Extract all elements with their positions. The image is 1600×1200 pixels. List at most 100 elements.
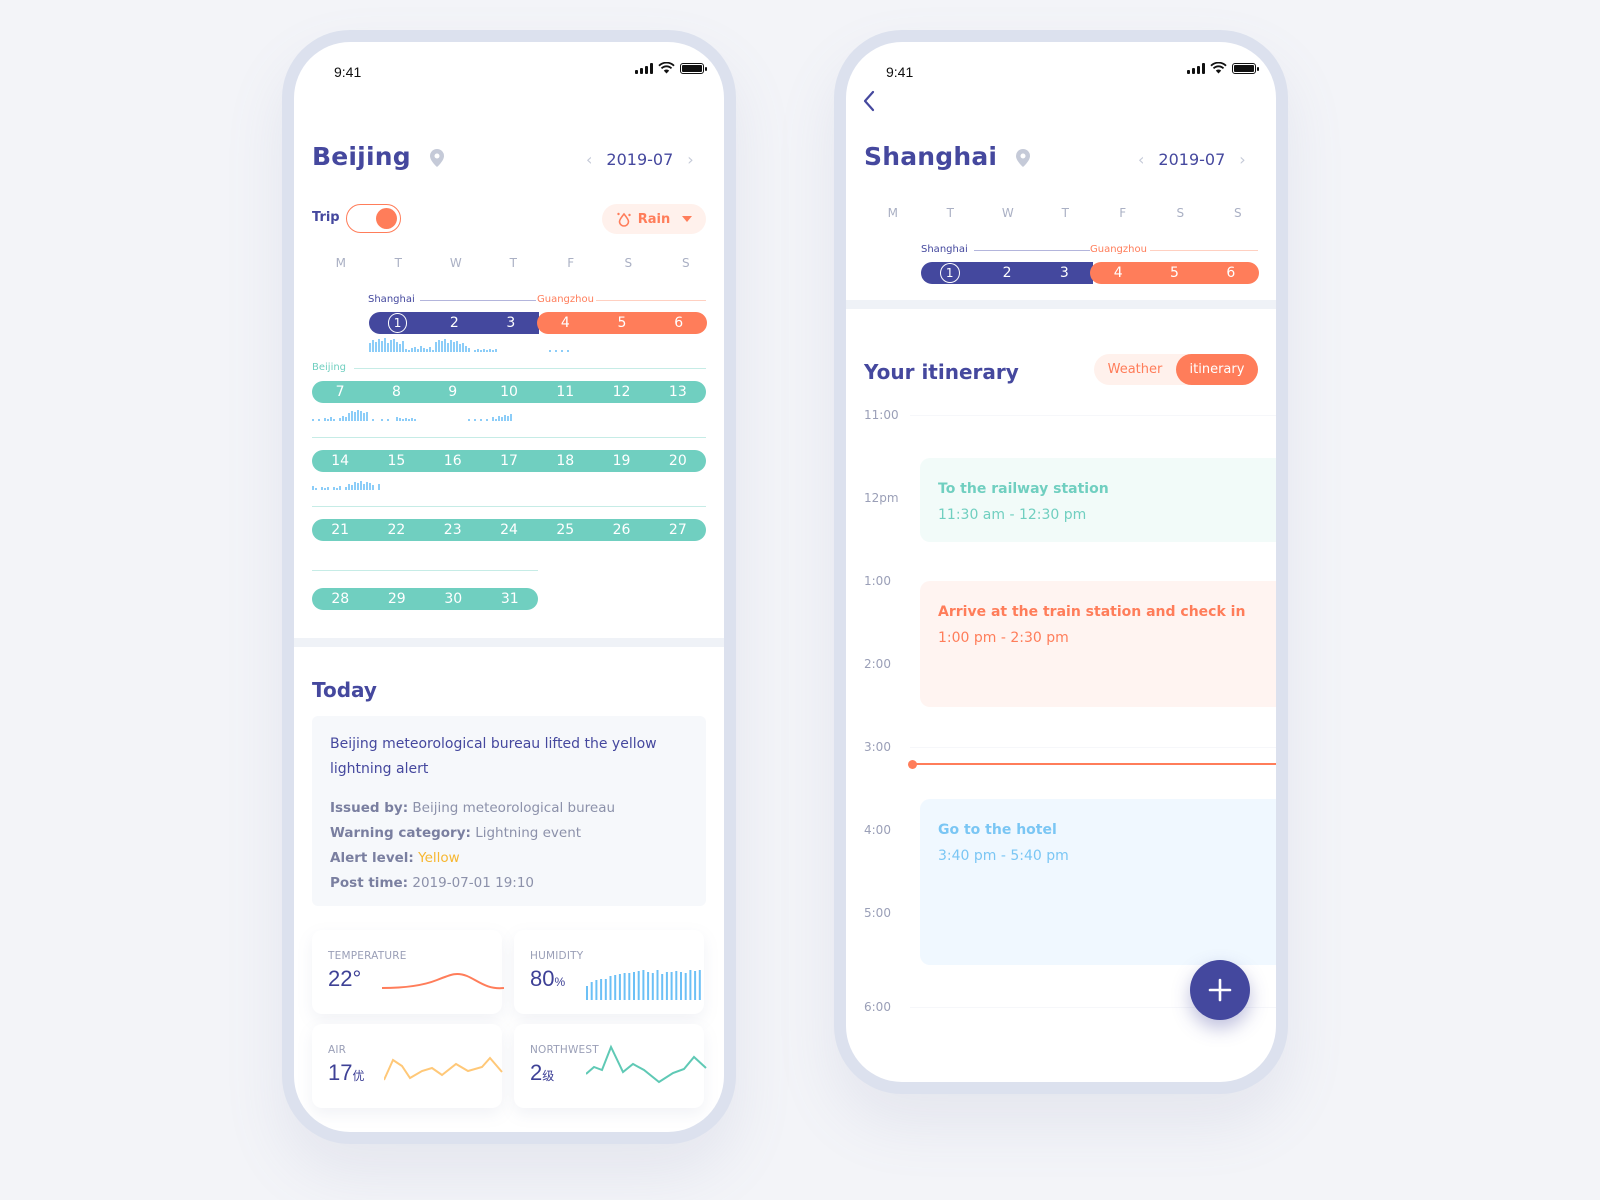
alert-level: Alert level: Yellow — [330, 846, 688, 871]
event-card[interactable]: To the railway station 11:30 am - 12:30 … — [920, 458, 1276, 542]
day-cell[interactable]: 19 — [593, 453, 649, 469]
next-month-button[interactable]: › — [687, 150, 693, 169]
weekday: S — [1176, 206, 1185, 220]
day-cell[interactable]: 18 — [537, 453, 593, 469]
day-cell[interactable]: 28 — [312, 591, 369, 607]
metric-air[interactable]: AIR 17优 — [312, 1024, 503, 1108]
day-cell[interactable]: 16 — [425, 453, 481, 469]
weather-alert-card[interactable]: Beijing meteorological bureau lifted the… — [312, 716, 706, 906]
city-title: Shanghai — [864, 142, 1031, 171]
rain-drop-icon — [617, 212, 631, 227]
humidity-bar — [618, 974, 621, 1000]
day-cell[interactable]: 7 — [312, 384, 368, 400]
weekday: T — [1061, 206, 1069, 220]
trip-toggle[interactable] — [346, 204, 401, 233]
rain-bars — [312, 407, 512, 421]
rain-bar — [495, 349, 497, 352]
day-cell[interactable]: 3 — [1036, 265, 1093, 281]
rain-bar — [372, 419, 374, 421]
rain-bar — [354, 482, 356, 490]
plus-icon — [1208, 978, 1232, 1002]
rain-bar — [387, 419, 389, 421]
location-pin-icon[interactable] — [1016, 149, 1031, 167]
humidity-bars — [586, 970, 701, 1000]
weekday: S — [624, 256, 633, 270]
metric-value: 2级 — [530, 1060, 554, 1086]
prev-month-button[interactable]: ‹ — [1138, 150, 1144, 169]
next-month-button[interactable]: › — [1239, 150, 1245, 169]
day-cell[interactable]: 6 — [650, 315, 707, 331]
day-cell[interactable]: 23 — [425, 522, 481, 538]
screen: 9:41 Beijing ‹ 2019-07 › Trip Rain M T W… — [294, 42, 724, 1132]
rain-bar — [501, 417, 503, 421]
day-cell[interactable]: 25 — [537, 522, 593, 538]
rain-bar — [351, 411, 353, 421]
event-title: To the railway station — [938, 481, 1109, 497]
rain-bar — [363, 413, 365, 421]
day-cell[interactable]: 27 — [650, 522, 706, 538]
day-cell[interactable]: 14 — [312, 453, 368, 469]
day-cell[interactable]: 2 — [426, 315, 482, 331]
rain-bar — [459, 344, 461, 352]
value: 2 — [530, 1060, 543, 1085]
rain-bar — [405, 418, 407, 421]
rain-bar — [336, 488, 338, 490]
day-cell[interactable]: 11 — [537, 384, 593, 400]
status-icons — [635, 62, 707, 74]
segment-label-beijing: Beijing — [312, 362, 347, 373]
day-cell[interactable]: 4 — [1090, 265, 1146, 281]
prev-month-button[interactable]: ‹ — [586, 150, 592, 169]
humidity-bar — [637, 971, 640, 1000]
rain-bar — [381, 341, 383, 352]
tab-itinerary[interactable]: itinerary — [1176, 354, 1258, 385]
day-cell[interactable]: 10 — [481, 384, 537, 400]
event-title: Arrive at the train station and check in — [938, 604, 1246, 620]
weekday-header: M T W T F S S — [864, 206, 1267, 220]
rain-bar — [507, 416, 509, 421]
metric-temperature[interactable]: TEMPERATURE 22° — [312, 930, 504, 1014]
day-cell[interactable]: 13 — [650, 384, 706, 400]
week-row: 21 22 23 24 25 26 27 — [312, 519, 706, 541]
metric-wind[interactable]: NORTHWEST 2级 — [514, 1024, 707, 1108]
day-cell[interactable]: 6 — [1203, 265, 1259, 281]
humidity-bar — [628, 973, 631, 1000]
day-cell[interactable]: 5 — [594, 315, 651, 331]
event-card[interactable]: Arrive at the train station and check in… — [920, 581, 1276, 707]
status-icons — [1187, 62, 1259, 74]
rain-bar — [462, 343, 464, 352]
humidity-bar — [647, 972, 650, 1000]
weekday: M — [887, 206, 898, 220]
day-cell[interactable]: 31 — [482, 591, 539, 607]
day-cell[interactable]: 20 — [650, 453, 706, 469]
rain-bar — [372, 485, 374, 490]
rain-bar — [330, 417, 332, 421]
metric-humidity[interactable]: HUMIDITY 80% — [514, 930, 704, 1014]
location-pin-icon[interactable] — [429, 149, 444, 167]
add-event-button[interactable] — [1190, 960, 1250, 1020]
day-cell-today[interactable]: 1 — [387, 313, 408, 333]
current-time-line — [912, 763, 1276, 765]
weather-filter-dropdown[interactable]: Rain — [602, 204, 706, 234]
day-cell[interactable]: 5 — [1146, 265, 1202, 281]
day-cell[interactable]: 17 — [481, 453, 537, 469]
day-cell[interactable]: 12 — [593, 384, 649, 400]
day-cell[interactable]: 24 — [481, 522, 537, 538]
day-cell[interactable]: 3 — [483, 315, 539, 331]
day-cell[interactable]: 8 — [368, 384, 424, 400]
day-cell[interactable]: 30 — [425, 591, 482, 607]
day-cell[interactable]: 15 — [368, 453, 424, 469]
rain-bar — [333, 487, 335, 490]
day-cell[interactable]: 26 — [593, 522, 649, 538]
day-cell[interactable]: 2 — [978, 265, 1035, 281]
back-arrow-icon[interactable] — [862, 90, 876, 112]
day-cell[interactable]: 4 — [537, 315, 594, 331]
day-cell[interactable]: 29 — [369, 591, 426, 607]
rain-bars — [369, 338, 569, 352]
event-card[interactable]: Go to the hotel 3:40 pm - 5:40 pm — [920, 799, 1276, 965]
day-cell[interactable]: 9 — [425, 384, 481, 400]
day-cell[interactable]: 21 — [312, 522, 368, 538]
day-cell[interactable]: 22 — [368, 522, 424, 538]
rain-bar — [438, 340, 440, 352]
day-cell-today[interactable]: 1 — [939, 263, 960, 283]
tab-weather[interactable]: Weather — [1094, 354, 1176, 385]
